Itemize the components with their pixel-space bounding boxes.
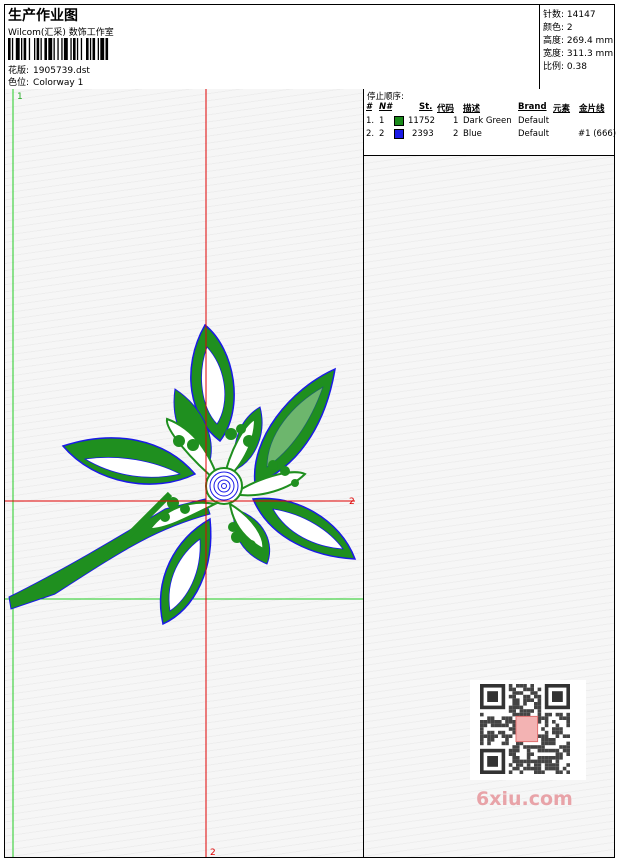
barcode (8, 38, 109, 60)
watermark-brand: 6xiu.com (476, 788, 573, 810)
sheet-title: 生产作业图 (8, 8, 78, 24)
marker-start: 1 (17, 92, 23, 102)
qr-code-watermark (470, 680, 586, 780)
leaf-bottom (159, 517, 212, 626)
col-header-element: 元素 (553, 104, 571, 114)
col-header-description: 描述 (463, 104, 481, 114)
embroidery-design: 1 2 2 (5, 89, 363, 857)
col-header-stitches: St. (419, 102, 433, 112)
colorway-value: Colorway 1 (33, 78, 84, 88)
marker-end-bottom: 2 (210, 848, 216, 857)
stat-scale: 比例: 0.38 (543, 62, 587, 72)
qr-code-icon (480, 684, 570, 774)
stop-sequence-title: 停止顺序: (367, 92, 404, 102)
stop-sequence-panel: 停止顺序: # N# St. 代码 描述 Brand 元素 金片线 1. 1 1… (364, 89, 616, 156)
col-header-needle: N# (379, 102, 393, 112)
stat-stitches: 针数: 14147 (543, 10, 596, 20)
col-header-brand: Brand (518, 102, 547, 112)
colorway-label: 色位: (8, 78, 30, 88)
design-stats: 针数: 14147 颜色: 2 高度: 269.4 mm 宽度: 311.3 m… (539, 5, 615, 89)
sheet-header: 生产作业图 Wilcom(汇采) 数饰工作室 花版: 1905739.dst 色位… (5, 5, 614, 90)
stat-width: 宽度: 311.3 mm (543, 49, 614, 59)
marker-end-right: 2 (349, 497, 355, 507)
colorway-row: 色位: Colorway 1 (8, 75, 83, 88)
col-header-index: # (366, 102, 372, 112)
flower-center (205, 467, 243, 505)
company-name: Wilcom(汇采) 数饰工作室 (8, 28, 114, 38)
design-canvas[interactable]: 1 2 2 (5, 89, 364, 857)
col-header-sequin: 金片线 (579, 104, 605, 114)
leaf-upper-right (253, 367, 336, 486)
stat-colors: 颜色: 2 (543, 23, 573, 33)
col-header-code: 代码 (437, 104, 455, 114)
color-swatch (394, 129, 404, 139)
color-swatch (394, 116, 404, 126)
stat-height: 高度: 269.4 mm (543, 36, 614, 46)
